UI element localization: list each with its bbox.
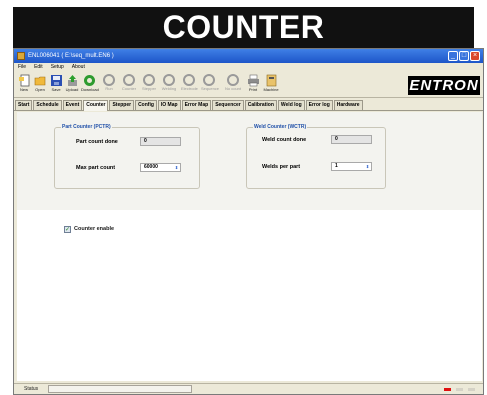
max-part-count-input[interactable]: 60000 ⇕ [140, 163, 181, 172]
stepper-label: Stepper [141, 86, 156, 91]
weld-counter-group: Weld Counter (WCTR) Weld count done 0 We… [246, 124, 386, 189]
circle-icon [183, 74, 195, 86]
no-count-button[interactable]: No count [225, 74, 241, 92]
tab-event[interactable]: Event [62, 100, 83, 110]
new-label: New [19, 87, 28, 92]
status-indicator [456, 388, 463, 391]
welds-per-part-value: 1 [335, 163, 338, 169]
root: COUNTER ENL006041 ( E:\seq_mult.EN6 ) _ … [0, 0, 487, 395]
folder-open-icon [34, 76, 45, 86]
download-button[interactable]: Download [81, 74, 99, 93]
app-window: ENL006041 ( E:\seq_mult.EN6 ) _ □ × File… [13, 48, 484, 395]
new-button[interactable]: New [16, 74, 32, 93]
title-bar[interactable]: ENL006041 ( E:\seq_mult.EN6 ) _ □ × [14, 49, 483, 63]
electrode-label: Electrode [181, 86, 198, 91]
menu-bar: File Edit Setup About [14, 63, 483, 72]
tab-bar: Start Schedule Event Counter Stepper Con… [14, 100, 483, 111]
tab-start[interactable]: Start [15, 100, 33, 110]
menu-edit[interactable]: Edit [34, 63, 43, 72]
status-label: Status [24, 386, 39, 392]
no-count-label: No count [225, 86, 242, 91]
welding-label: Welding [161, 86, 177, 91]
window-title: ENL006041 ( E:\seq_mult.EN6 ) [28, 53, 114, 59]
weld-count-done-label: Weld count done [262, 137, 307, 143]
tab-error-map[interactable]: Error Map [181, 100, 212, 110]
minimize-button[interactable]: _ [448, 51, 458, 61]
welds-per-part-label: Welds per part [262, 164, 301, 170]
app-icon [17, 52, 25, 60]
tab-error-log[interactable]: Error log [305, 100, 333, 110]
tab-hardware[interactable]: Hardware [333, 100, 363, 110]
part-count-done-field: 0 [140, 137, 181, 146]
status-text-field [48, 385, 192, 393]
new-doc-icon [18, 74, 29, 87]
circle-icon [143, 74, 155, 86]
welds-per-part-input[interactable]: 1 ⇕ [331, 162, 372, 171]
menu-setup[interactable]: Setup [51, 63, 64, 72]
tab-schedule[interactable]: Schedule [33, 100, 62, 110]
window-controls: _ □ × [448, 51, 480, 61]
print-label: Print [248, 87, 258, 92]
entron-logo: ENTRON [408, 76, 480, 95]
part-count-done-label: Part count done [76, 139, 118, 145]
circle-icon [163, 74, 175, 86]
save-label: Save [51, 87, 61, 92]
max-part-count-value: 60000 [144, 164, 158, 170]
counter-enable-label: Counter enable [74, 226, 115, 232]
download-icon [83, 75, 95, 86]
part-counter-title: Part Counter (PCTR) [61, 124, 112, 131]
spin-arrows-icon[interactable]: ⇕ [174, 165, 179, 170]
run-label: Run [105, 86, 113, 91]
upload-label: Upload [65, 87, 79, 92]
counter-label: Counter [121, 86, 137, 91]
tab-sequencer[interactable]: Sequencer [212, 100, 244, 110]
tab-calibration[interactable]: Calibration [244, 100, 277, 110]
open-label: Open [35, 87, 45, 92]
status-indicator-red [444, 388, 451, 391]
machine-button[interactable]: Machine [263, 74, 279, 93]
upload-icon [67, 75, 77, 86]
save-button[interactable]: Save [48, 74, 64, 93]
spin-arrows-icon[interactable]: ⇕ [365, 164, 370, 169]
stepper-button[interactable]: Stepper [141, 74, 157, 92]
max-part-count-label: Max part count [76, 165, 116, 171]
welding-button[interactable]: Welding [161, 74, 177, 92]
counter-enable-checkbox[interactable]: ✓ [64, 226, 71, 233]
download-label: Download [81, 87, 99, 92]
menu-file[interactable]: File [18, 63, 26, 72]
print-button[interactable]: Print [245, 74, 261, 93]
machine-label: Machine [263, 87, 279, 92]
status-bar: Status [14, 383, 483, 394]
counter-settings-area: Part Counter (PCTR) Part count done 0 Ma… [17, 112, 482, 210]
floppy-disk-icon [50, 75, 62, 86]
tab-io-map[interactable]: IO Map [157, 100, 181, 110]
status-indicator [468, 388, 475, 391]
upload-button[interactable]: Upload [64, 74, 80, 93]
open-button[interactable]: Open [32, 74, 48, 93]
page-banner: COUNTER [13, 7, 474, 48]
sequence-label: Sequence [201, 86, 220, 91]
tab-config[interactable]: Config [135, 100, 157, 110]
circle-icon [103, 74, 115, 86]
tab-stepper[interactable]: Stepper [109, 100, 135, 110]
maximize-button[interactable]: □ [459, 51, 469, 61]
toolbar: New Open Save Upload Download Run Counte… [14, 72, 483, 98]
machine-icon [266, 74, 276, 87]
weld-count-done-field: 0 [331, 135, 372, 144]
tab-counter[interactable]: Counter [83, 100, 109, 111]
counter-button[interactable]: Counter [121, 74, 137, 92]
electrode-button[interactable]: Electrode [181, 74, 198, 92]
sequence-button[interactable]: Sequence [201, 74, 220, 92]
tab-weld-log[interactable]: Weld log [277, 100, 305, 110]
part-counter-group: Part Counter (PCTR) Part count done 0 Ma… [54, 124, 200, 189]
circle-icon [123, 74, 135, 86]
circle-icon [203, 74, 215, 86]
weld-counter-title: Weld Counter (WCTR) [253, 124, 308, 131]
circle-icon [227, 74, 239, 86]
counter-panel: Part Counter (PCTR) Part count done 0 Ma… [17, 112, 482, 381]
menu-about[interactable]: About [72, 63, 85, 72]
printer-icon [247, 74, 259, 87]
run-button[interactable]: Run [101, 74, 117, 92]
close-button[interactable]: × [470, 51, 480, 61]
